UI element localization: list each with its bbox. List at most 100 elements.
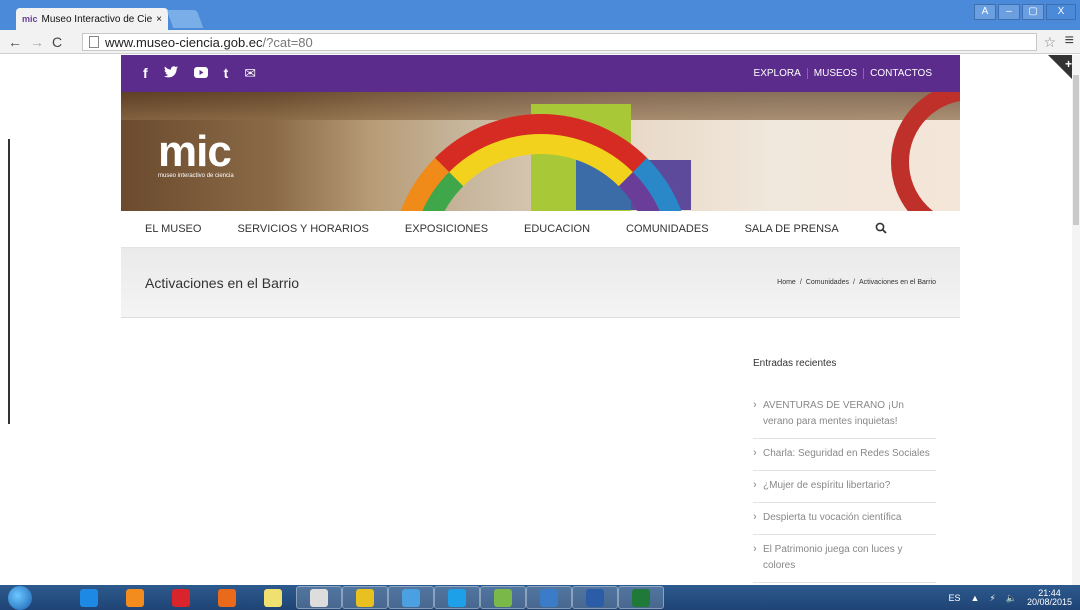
system-tray: ES ▲ ⚡ 🔈 21:44 20/08/2015 (948, 589, 1072, 607)
skype-icon (448, 588, 466, 607)
taskbar-chrome-button[interactable] (342, 586, 388, 609)
widget-heading: Entradas recientes (753, 358, 837, 369)
window-controls: A – ▢ X (974, 4, 1076, 20)
nav-sala-de-prensa[interactable]: SALA DE PRENSA (745, 223, 839, 235)
left-divider (8, 139, 10, 424)
youtube-icon[interactable] (193, 65, 208, 82)
browser-toolbar: ← → C www.museo-ciencia.gob.ec/?cat=80 ☆… (0, 30, 1080, 54)
nav-museos[interactable]: MUSEOS (806, 68, 863, 79)
maximize-button[interactable]: ▢ (1022, 4, 1044, 20)
excel-icon (632, 588, 650, 607)
recent-post-link[interactable]: Despierta tu vocación científica (753, 503, 936, 535)
taskbar-excel-button[interactable] (618, 586, 664, 609)
social-links: f t ✉ (143, 65, 256, 82)
page-title: Activaciones en el Barrio (145, 274, 300, 291)
nav-servicios-horarios[interactable]: SERVICIOS Y HORARIOS (237, 223, 368, 235)
taskbar-media-player-button[interactable] (112, 586, 158, 609)
firefox-icon (218, 588, 236, 607)
chrome-icon (356, 588, 374, 607)
taskbar-notes-button[interactable] (250, 586, 296, 609)
site-favicon-icon: mic (22, 14, 38, 24)
recent-posts-widget: Entradas recientes AVENTURAS DE VERANO ¡… (753, 358, 936, 583)
user-icon[interactable]: A (974, 4, 996, 20)
facebook-icon[interactable]: f (143, 65, 148, 82)
app-icon (402, 588, 420, 607)
media-player-icon (126, 588, 144, 607)
nav-exposiciones[interactable]: EXPOSICIONES (405, 223, 488, 235)
new-tab-button[interactable] (166, 10, 204, 28)
recent-post-link[interactable]: El Patrimonio juega con luces y colores (753, 535, 936, 583)
nav-comunidades[interactable]: COMUNIDADES (626, 223, 709, 235)
notes-icon (264, 588, 282, 607)
nav-contactos[interactable]: CONTACTOS (863, 68, 938, 79)
recent-post-link[interactable]: AVENTURAS DE VERANO ¡Un verano para ment… (753, 391, 936, 439)
search-icon[interactable] (875, 222, 887, 237)
taskbar-word-button[interactable] (572, 586, 618, 609)
recent-post-link[interactable]: ¿Mujer de espíritu libertario? (753, 471, 936, 503)
top-nav: EXPLORA MUSEOS CONTACTOS (748, 68, 938, 79)
site-logo[interactable]: mic museo interactivo de ciencia (158, 127, 234, 180)
volume-icon[interactable]: 🔈 (1006, 593, 1017, 604)
taskbar-firefox-button[interactable] (204, 586, 250, 609)
nav-educacion[interactable]: EDUCACION (524, 223, 590, 235)
tray-arrow-icon[interactable]: ▲ (970, 593, 979, 603)
recent-post-link[interactable]: Charla: Seguridad en Redes Sociales (753, 439, 936, 471)
start-button[interactable] (8, 586, 32, 610)
scrollbar-thumb[interactable] (1073, 75, 1079, 225)
page-title-bar: Activaciones en el Barrio Home / Comunidad… (121, 248, 960, 318)
site-topbar: f t ✉ EXPLORA MUSEOS CONTACTOS (121, 55, 960, 92)
reload-icon[interactable]: C (52, 34, 62, 50)
breadcrumb-comunidades[interactable]: Comunidades (806, 279, 849, 286)
clock[interactable]: 21:44 20/08/2015 (1027, 589, 1072, 607)
twitter-icon[interactable] (163, 65, 178, 82)
logo-text: mic (158, 127, 232, 176)
power-icon[interactable]: ⚡ (989, 593, 995, 604)
taskbar-pin-button[interactable] (158, 586, 204, 609)
taskbar-app-button[interactable] (388, 586, 434, 609)
taskbar-ie-button[interactable] (66, 586, 112, 609)
people-icon (494, 588, 512, 607)
url-path: /?cat=80 (262, 34, 313, 50)
page-scrollbar[interactable] (1072, 55, 1080, 585)
tab-title: Museo Interactivo de Cier (41, 13, 153, 25)
close-window-button[interactable]: X (1046, 4, 1076, 20)
taskbar-skype-button[interactable] (434, 586, 480, 609)
pin-icon (172, 588, 190, 607)
taskbar-mail-button[interactable] (526, 586, 572, 609)
clock-date: 20/08/2015 (1026, 597, 1072, 607)
browser-tab-bar: mic Museo Interactivo de Cier × A – ▢ X (0, 0, 1080, 30)
page-icon (89, 36, 99, 48)
word-icon (586, 588, 604, 607)
plus-icon[interactable]: + (1065, 57, 1072, 71)
minimize-button[interactable]: – (998, 4, 1020, 20)
email-icon[interactable]: ✉ (244, 65, 256, 82)
mail-icon (540, 588, 558, 607)
breadcrumb-home[interactable]: Home (777, 279, 796, 286)
menu-icon[interactable]: ≡ (1065, 32, 1074, 50)
forward-icon[interactable]: → (30, 34, 44, 50)
nav-explora[interactable]: EXPLORA (748, 68, 807, 79)
language-indicator[interactable]: ES (948, 593, 960, 603)
logo-tagline: museo interactivo de ciencia (158, 173, 234, 179)
page-viewport: + f t ✉ EXPLORA MUSEOS CONTACTOS mic mus… (0, 55, 1080, 585)
bookmark-star-icon[interactable]: ☆ (1043, 34, 1056, 51)
taskbar-apps (66, 586, 664, 609)
taskbar-people-button[interactable] (480, 586, 526, 609)
taskbar-clock-button[interactable] (296, 586, 342, 609)
hero-banner: mic museo interactivo de ciencia (121, 92, 960, 211)
nav-el-museo[interactable]: EL MUSEO (145, 223, 201, 235)
breadcrumb-separator: / (853, 279, 855, 286)
back-icon[interactable]: ← (8, 34, 22, 50)
breadcrumb: Home / Comunidades / Activaciones en el Barr… (777, 279, 936, 286)
address-bar[interactable]: www.museo-ciencia.gob.ec/?cat=80 (82, 33, 1037, 51)
browser-tab[interactable]: mic Museo Interactivo de Cier × (16, 8, 168, 30)
clock-icon (310, 588, 328, 607)
tumblr-icon[interactable]: t (224, 65, 229, 82)
close-tab-icon[interactable]: × (156, 14, 162, 25)
url-host: www.museo-ciencia.gob.ec (105, 34, 263, 50)
windows-taskbar: ES ▲ ⚡ 🔈 21:44 20/08/2015 (0, 585, 1080, 610)
breadcrumb-current: Activaciones en el Barrio (858, 279, 936, 286)
site-container: f t ✉ EXPLORA MUSEOS CONTACTOS mic museo… (121, 55, 960, 318)
breadcrumb-separator: / (799, 279, 802, 286)
ie-icon (80, 588, 98, 607)
